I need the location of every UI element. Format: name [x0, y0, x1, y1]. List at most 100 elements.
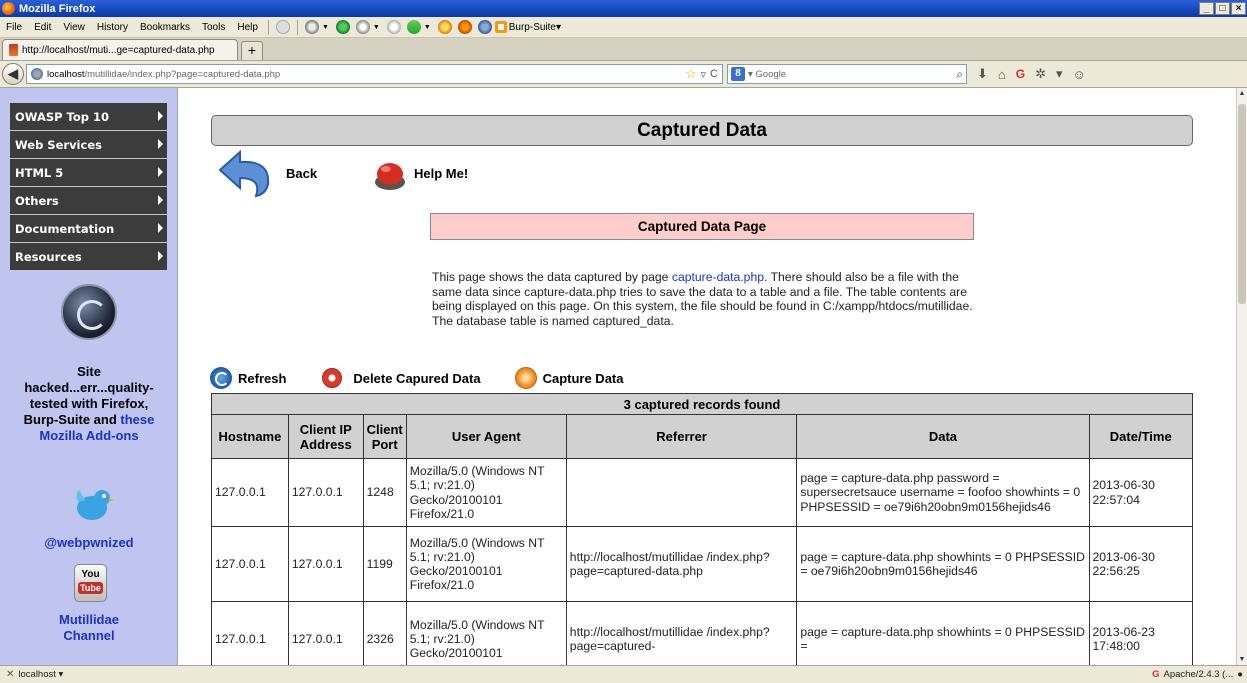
firebug-icon[interactable] [406, 20, 421, 34]
minimize-button[interactable]: _ [1199, 2, 1214, 15]
burp-suite-label: Burp-Suite▾ [508, 21, 562, 33]
sidebar-item-label: OWASP Top 10 [15, 109, 110, 124]
menu-tools[interactable]: Tools [196, 22, 231, 33]
menu-view[interactable]: View [57, 22, 91, 33]
action-bar: Refresh Delete Capured Data Capture Data [210, 363, 624, 393]
delete-captured-data-link[interactable]: Delete Capured Data [286, 368, 481, 388]
tested-line-text: Burp-Suite and [23, 412, 117, 427]
sidebar-item-others[interactable]: Others [10, 187, 167, 215]
addon-status-icon[interactable]: ● [1237, 669, 1243, 680]
sidebar-item-owasp-top-10[interactable]: OWASP Top 10 [10, 103, 167, 131]
menu-edit[interactable]: Edit [28, 22, 57, 33]
close-button[interactable]: × [1231, 2, 1246, 15]
vertical-scrollbar[interactable]: ▲ ▼ [1236, 88, 1247, 665]
sidebar-item-documentation[interactable]: Documentation [10, 215, 167, 243]
tested-line: tested with Firefox, [29, 396, 149, 411]
cell-data: page = capture-data.php password = super… [796, 458, 1090, 527]
bookmark-star-icon[interactable]: ☆ [685, 66, 697, 82]
search-input[interactable]: Google [755, 69, 786, 80]
twitter-bird-icon[interactable] [72, 484, 114, 526]
mutillidae-channel-link[interactable]: Mutillidae Channel [0, 612, 178, 644]
capture-data-action-link[interactable]: Capture Data [481, 367, 624, 389]
site-identity-icon[interactable] [31, 68, 43, 80]
home-icon[interactable]: ⌂ [998, 67, 1006, 82]
scroll-up-icon[interactable]: ▲ [1237, 88, 1247, 99]
search-icon[interactable]: ⌕ [956, 67, 963, 82]
download-icon[interactable]: ⬇ [977, 66, 988, 82]
chevron-down-icon[interactable]: ▼ [424, 24, 431, 31]
capture-label: Capture Data [542, 370, 624, 386]
settings-gear-icon[interactable] [304, 20, 319, 34]
chevron-down-icon[interactable]: ▾ [1056, 66, 1063, 82]
cell-user-agent: Mozilla/5.0 (Windows NT 5.1; rv:21.0) Ge… [405, 458, 567, 527]
burp-suite-menu[interactable]: Burp-Suite▾ [494, 21, 562, 33]
addons-link[interactable]: these [120, 412, 154, 427]
browser-back-button[interactable]: ◀ [2, 63, 24, 85]
tamper-icon[interactable] [437, 20, 452, 34]
chevron-down-icon[interactable]: ▼ [322, 24, 329, 31]
sidebar: OWASP Top 10 Web Services HTML 5 Others … [0, 88, 178, 665]
sidebar-item-resources[interactable]: Resources [10, 243, 167, 271]
chevron-down-icon[interactable]: ▾ [56, 669, 64, 680]
gm-status-icon[interactable]: G [1152, 669, 1159, 680]
search-bar[interactable]: 8 ▾ Google ⌕ [727, 64, 967, 84]
help-button-icon[interactable] [373, 158, 407, 192]
addon-empty-icon[interactable] [275, 20, 290, 34]
menu-help[interactable]: Help [231, 22, 264, 33]
twitter-handle-link[interactable]: @webpwnized [0, 535, 178, 551]
search-engine-icon[interactable]: 8 [731, 67, 745, 81]
search-engine-caret-icon[interactable]: ▾ [748, 69, 755, 80]
cell-data: page = capture-data.php showhints = 0 PH… [796, 526, 1090, 602]
menu-file[interactable]: File [0, 22, 28, 33]
gm-icon[interactable]: G [1016, 67, 1025, 81]
addon-smiley-icon[interactable]: ☺ [1073, 67, 1086, 82]
sidebar-item-web-services[interactable]: Web Services [10, 131, 167, 159]
green-orb-icon[interactable] [335, 20, 350, 34]
url-bar[interactable]: localhost /mutillidae/index.php?page=cap… [26, 64, 723, 84]
column-header: Data [796, 414, 1090, 459]
burp-suite-icon [494, 21, 507, 33]
proxy-icon[interactable] [477, 20, 492, 34]
menu-separator [267, 19, 269, 35]
navigation-bar: ◀ localhost /mutillidae/index.php?page=c… [0, 61, 1247, 88]
close-icon[interactable]: ✕ [6, 669, 14, 680]
menu-bookmarks[interactable]: Bookmarks [134, 22, 196, 33]
tab-captured-data[interactable]: http://localhost/muti...ge=captured-data… [2, 39, 238, 60]
reload-icon[interactable]: C [710, 68, 718, 80]
description-text: This page shows the data captured by pag… [432, 270, 672, 284]
dropdown-arrow-icon[interactable]: ▿ [701, 68, 707, 81]
tools-icon[interactable]: ✲ [1035, 66, 1046, 82]
cell-ip: 127.0.0.1 [287, 458, 364, 527]
youtube-you: You [81, 569, 100, 580]
cell-hostname: 127.0.0.1 [211, 526, 289, 602]
chevron-down-icon[interactable]: ▼ [373, 24, 380, 31]
mutillidae-favicon-icon [9, 44, 18, 56]
sidebar-item-label: Web Services [15, 137, 102, 152]
help-me-link[interactable]: Help Me! [414, 166, 468, 181]
owasp-logo-icon[interactable] [61, 284, 117, 340]
cell-ip: 127.0.0.1 [287, 526, 364, 602]
arrow-left-icon: ◀ [8, 66, 18, 81]
maximize-button[interactable]: □ [1215, 2, 1230, 15]
channel-line: Channel [63, 628, 115, 643]
sidebar-item-label: Resources [15, 249, 82, 264]
mozilla-addons-link[interactable]: Mozilla Add-ons [0, 428, 178, 444]
youtube-tube: Tube [78, 582, 103, 594]
delete-icon [322, 368, 343, 388]
back-arrow-icon[interactable] [216, 148, 276, 198]
menu-history[interactable]: History [91, 22, 134, 33]
scroll-thumb[interactable] [1238, 104, 1246, 304]
youtube-icon[interactable]: You Tube [74, 564, 107, 602]
cookie-icon[interactable] [386, 20, 401, 34]
firefox-logo-icon [2, 2, 15, 15]
capture-data-link[interactable]: capture-data.php [672, 270, 764, 284]
new-tab-button[interactable]: + [241, 41, 263, 60]
cell-port: 1248 [362, 458, 407, 527]
sidebar-item-html5[interactable]: HTML 5 [10, 159, 167, 187]
column-header: Hostname [211, 414, 289, 459]
scroll-down-icon[interactable]: ▼ [1237, 654, 1247, 665]
hackbar-icon[interactable] [457, 20, 472, 34]
refresh-link[interactable]: Refresh [210, 367, 286, 389]
back-link[interactable]: Back [286, 166, 317, 181]
web-developer-icon[interactable] [355, 20, 370, 34]
